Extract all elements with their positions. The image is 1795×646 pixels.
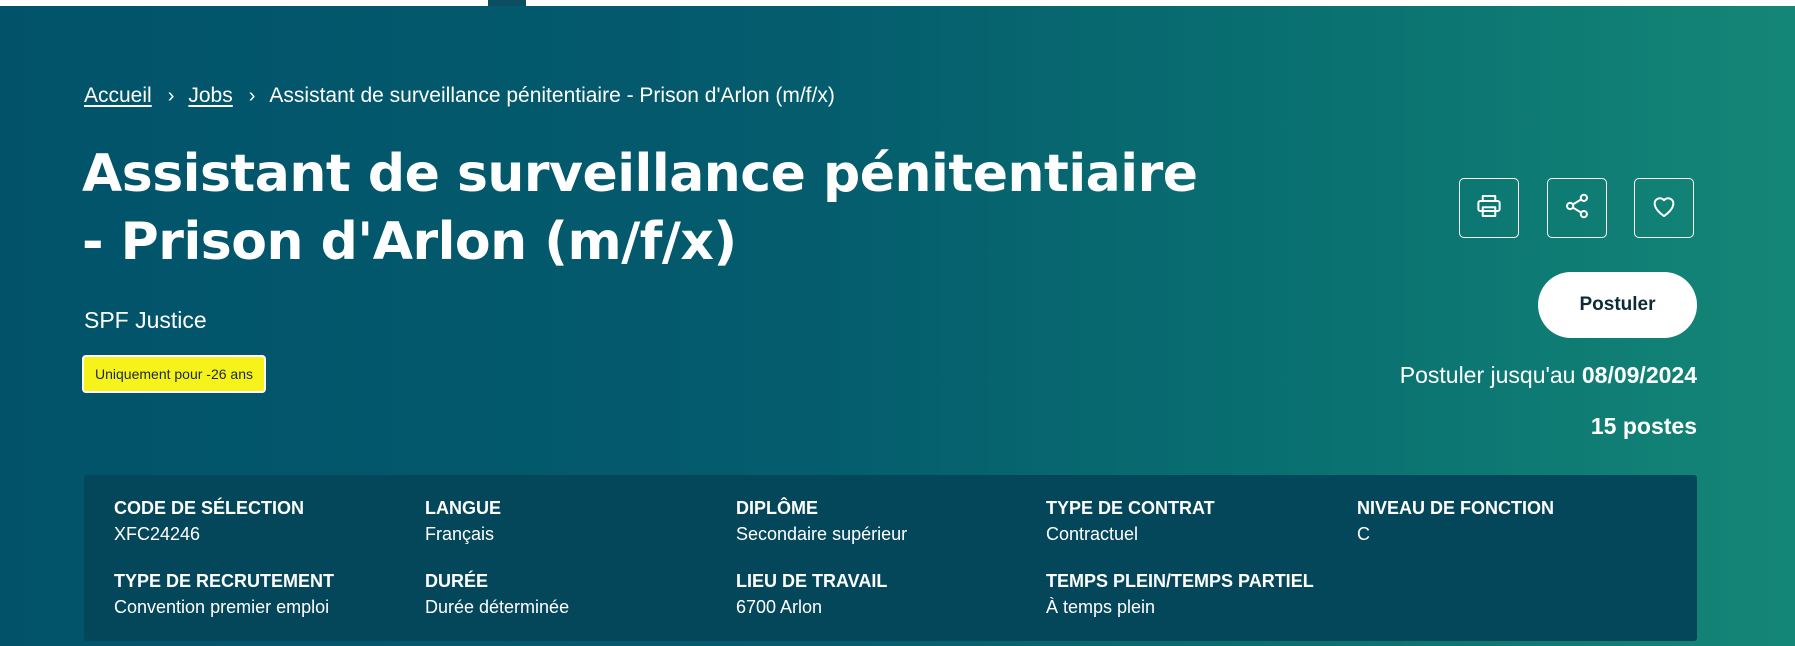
detail-label: DIPLÔME — [736, 498, 819, 518]
detail-label: TYPE DE RECRUTEMENT — [114, 571, 335, 591]
detail-recruitment-type: TYPE DE RECRUTEMENT Convention premier e… — [114, 568, 334, 620]
positions-count: 15 postes — [1590, 413, 1697, 439]
detail-workplace: LIEU DE TRAVAIL 6700 Arlon — [736, 568, 887, 620]
detail-value: XFC24246 — [114, 524, 201, 544]
breadcrumb: Accueil › Jobs › Assistant de surveillan… — [84, 84, 835, 108]
detail-contract-type: TYPE DE CONTRAT Contractuel — [1046, 495, 1215, 547]
detail-value: 6700 Arlon — [736, 597, 823, 617]
age-restriction-badge: Uniquement pour -26 ans — [84, 357, 264, 391]
favorite-button[interactable] — [1634, 178, 1694, 238]
apply-button[interactable]: Postuler — [1538, 272, 1697, 338]
organization-name: SPF Justice — [84, 307, 207, 333]
print-button[interactable] — [1459, 178, 1519, 238]
breadcrumb-separator: › — [248, 84, 256, 107]
share-icon — [1562, 191, 1592, 226]
detail-label: NIVEAU DE FONCTION — [1357, 498, 1555, 518]
detail-label: CODE DE SÉLECTION — [114, 498, 305, 518]
detail-value: À temps plein — [1046, 597, 1156, 617]
detail-working-time: TEMPS PLEIN/TEMPS PARTIEL À temps plein — [1046, 568, 1314, 620]
deadline-date: 08/09/2024 — [1581, 362, 1697, 388]
deadline-prefix: Postuler jusqu'au — [1399, 362, 1576, 388]
detail-label: TYPE DE CONTRAT — [1046, 498, 1215, 518]
breadcrumb-home-link[interactable]: Accueil — [84, 84, 152, 108]
job-header-page: Accueil › Jobs › Assistant de surveillan… — [0, 0, 1795, 646]
detail-value: C — [1357, 524, 1370, 544]
detail-label: DURÉE — [425, 571, 489, 591]
detail-language: LANGUE Français — [425, 495, 501, 547]
application-deadline: Postuler jusqu'au 08/09/2024 — [1400, 362, 1697, 389]
share-button[interactable] — [1547, 178, 1607, 238]
detail-label: LIEU DE TRAVAIL — [736, 571, 888, 591]
detail-selection-code: CODE DE SÉLECTION XFC24246 — [114, 495, 304, 547]
detail-value: Durée déterminée — [425, 597, 570, 617]
detail-function-level: NIVEAU DE FONCTION C — [1357, 495, 1554, 547]
detail-value: Contractuel — [1046, 524, 1139, 544]
printer-icon — [1474, 191, 1504, 226]
detail-label: LANGUE — [425, 498, 501, 518]
detail-value: Convention premier emploi — [114, 597, 330, 617]
job-details-panel: CODE DE SÉLECTION XFC24246 LANGUE França… — [84, 475, 1697, 641]
detail-label: TEMPS PLEIN/TEMPS PARTIEL — [1046, 571, 1314, 591]
breadcrumb-separator: › — [167, 84, 175, 107]
detail-value: Secondaire supérieur — [736, 524, 908, 544]
page-title: Assistant de surveillance pénitentiaire … — [82, 144, 1198, 272]
active-tab-indicator — [488, 0, 526, 6]
detail-duration: DURÉE Durée déterminée — [425, 568, 569, 620]
breadcrumb-current: Assistant de surveillance pénitentiaire … — [269, 84, 835, 107]
breadcrumb-jobs-link[interactable]: Jobs — [188, 84, 232, 108]
heart-icon — [1649, 191, 1679, 226]
detail-value: Français — [425, 524, 495, 544]
detail-diploma: DIPLÔME Secondaire supérieur — [736, 495, 907, 547]
top-border — [0, 0, 1795, 6]
